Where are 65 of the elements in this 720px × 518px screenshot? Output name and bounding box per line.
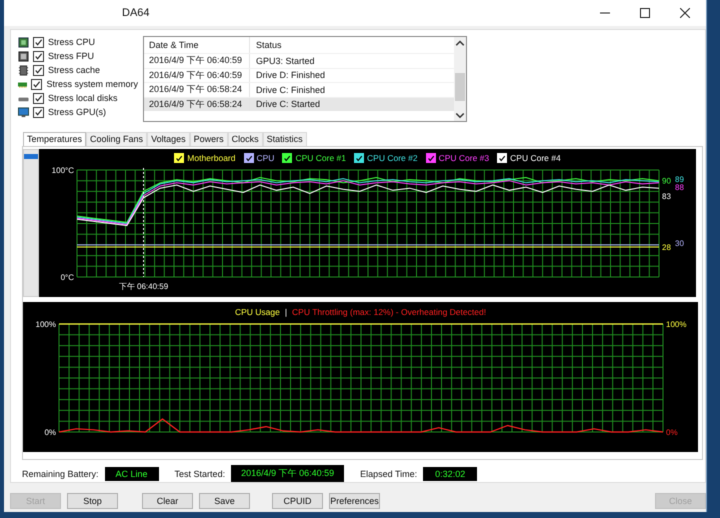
status-value: 0:32:02 (423, 466, 478, 480)
window-title: DA64 (122, 7, 150, 19)
column-header[interactable]: Status (249, 37, 282, 53)
checkbox[interactable] (33, 64, 44, 76)
legend-toggle[interactable]: CPU Core #4 (497, 153, 561, 163)
log-row[interactable]: 2016/4/9 下午 06:40:59 GPU3: Started (144, 53, 454, 68)
status-value: 2016/4/9 下午 06:40:59 (231, 465, 344, 482)
button[interactable]: Stop (67, 493, 118, 509)
tab[interactable]: Voltages (147, 132, 190, 146)
status-label: Elapsed Time: (360, 468, 418, 478)
tab[interactable]: Powers (190, 132, 228, 146)
status-value: AC Line (104, 466, 159, 480)
value-label: 0% (666, 428, 678, 437)
legend-toggle[interactable]: CPU Core #3 (426, 153, 490, 163)
value-label: 90 (662, 176, 671, 186)
sensor-list[interactable] (23, 149, 39, 297)
value-label: 100% (666, 320, 686, 329)
option-label: Stress GPU(s) (48, 107, 106, 117)
axis-label: 100°C (52, 166, 74, 175)
status-label: Remaining Battery: (22, 468, 99, 478)
status-label: Test Started: (174, 468, 226, 478)
legend-label: CPU Throttling (max: 12%) - Overheating Detected! (292, 307, 486, 317)
legend-toggle[interactable]: CPU Core #2 (354, 153, 418, 163)
axis-label: 0% (44, 428, 56, 437)
maximize-icon[interactable] (640, 8, 650, 18)
separator: | (284, 307, 288, 317)
tab[interactable]: Temperatures (23, 132, 86, 146)
close-icon[interactable] (680, 8, 690, 18)
value-label: 88 (675, 182, 684, 192)
checkbox[interactable] (33, 36, 44, 48)
checkbox[interactable] (31, 78, 42, 90)
scrollbar[interactable] (454, 37, 466, 121)
column-header[interactable]: Date & Time (144, 40, 249, 50)
value-label: 83 (662, 192, 671, 202)
tab[interactable]: Statistics (262, 132, 307, 146)
option-label: Stress system memory (46, 79, 138, 89)
chip-icon (18, 50, 29, 62)
button[interactable]: Preferences (329, 493, 380, 509)
tab[interactable]: Cooling Fans (86, 132, 148, 146)
log-row[interactable]: 2016/4/9 下午 06:40:59 Drive D: Finished (144, 68, 454, 82)
checkbox[interactable] (33, 106, 44, 118)
legend-toggle[interactable]: CPU (244, 153, 274, 163)
option-label: Stress local disks (48, 93, 118, 103)
button[interactable]: Clear (142, 493, 193, 509)
button[interactable]: Save (199, 493, 250, 509)
chip-icon (18, 64, 29, 76)
checkbox[interactable] (33, 50, 44, 62)
option-label: Stress cache (48, 65, 100, 75)
value-label: 89 (675, 174, 684, 184)
tab[interactable]: Clocks (228, 132, 263, 146)
axis-label: 0°C (60, 273, 74, 282)
value-label: 28 (662, 243, 671, 252)
value-label: 30 (675, 238, 684, 248)
legend-toggle[interactable]: Motherboard (174, 153, 236, 163)
monitor-icon (18, 106, 29, 118)
option-label: Stress CPU (48, 37, 96, 47)
axis-label: 100% (36, 320, 56, 329)
legend-toggle[interactable]: CPU Core #1 (282, 153, 346, 163)
legend-label: CPU Usage (234, 307, 280, 317)
button[interactable]: CPUID (272, 493, 323, 509)
checkbox[interactable] (33, 92, 44, 104)
chip-icon (18, 36, 29, 48)
time-label: 下午 06:40:59 (118, 282, 168, 291)
option-label: Stress FPU (48, 51, 94, 61)
log-row[interactable]: 2016/4/9 下午 06:58:24 Drive C: Started (144, 96, 454, 111)
